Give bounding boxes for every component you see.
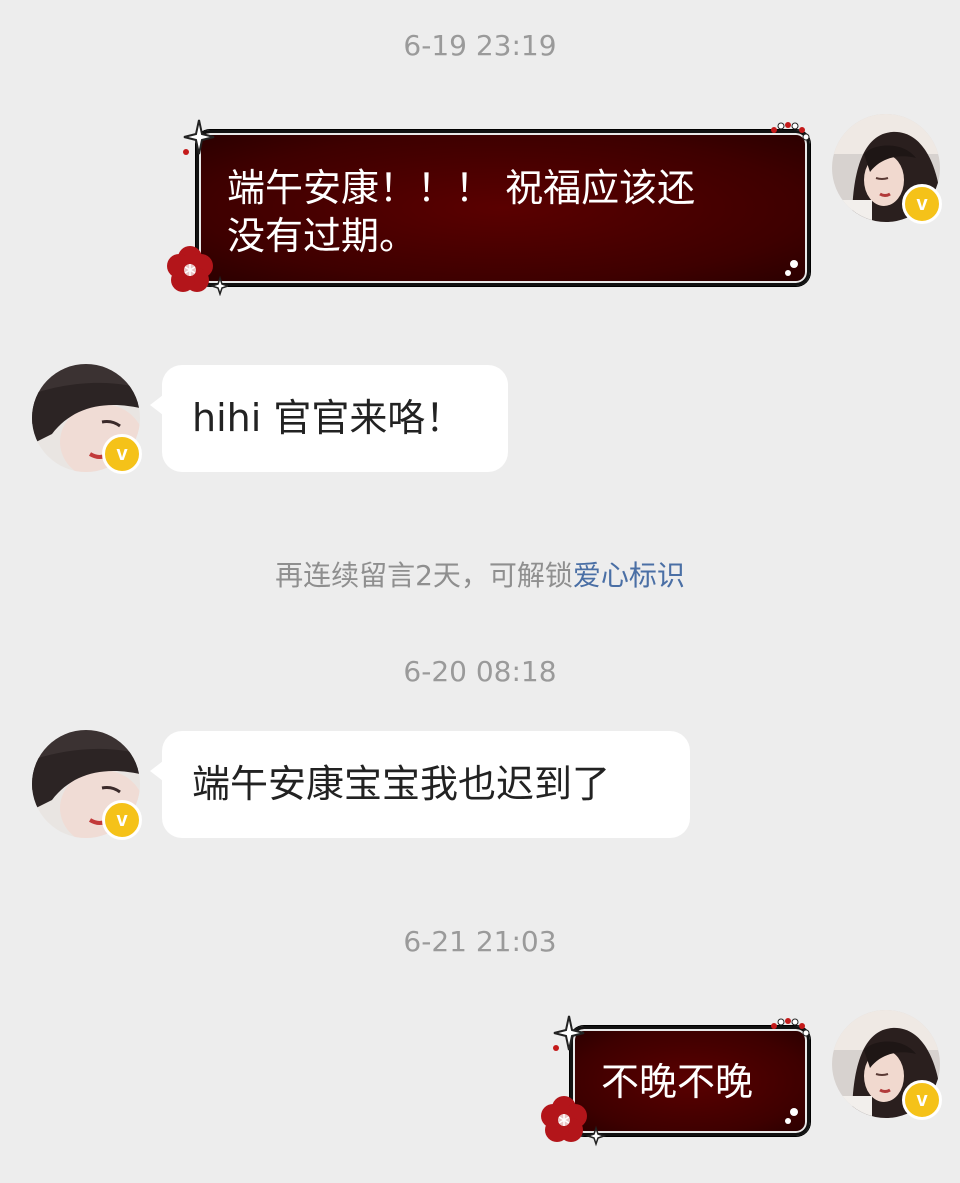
message-text: 端午安康宝宝我也迟到了 bbox=[192, 762, 611, 806]
beads-icon bbox=[785, 1108, 798, 1124]
avatar[interactable]: v bbox=[832, 1010, 942, 1120]
sparkle-icon bbox=[553, 1015, 585, 1051]
avatar[interactable]: v bbox=[32, 730, 142, 840]
notice-text: 再连续留言2天，可解锁 bbox=[275, 559, 573, 592]
message-bubble[interactable]: 端午安康宝宝我也迟到了 bbox=[150, 731, 690, 838]
unlock-notice: 再连续留言2天，可解锁爱心标识 bbox=[0, 558, 960, 594]
message-text: 不晚不晚 bbox=[601, 1060, 754, 1104]
beads-icon bbox=[771, 122, 810, 141]
avatar[interactable]: v bbox=[32, 364, 142, 474]
timestamp: 6-20 08:18 bbox=[403, 655, 557, 688]
verified-badge-icon: v bbox=[902, 1080, 942, 1120]
heart-badge-link[interactable]: 爱心标识 bbox=[573, 559, 685, 592]
message-text: hihi 官官来咯！ bbox=[192, 396, 464, 440]
verified-badge-icon: v bbox=[902, 184, 942, 224]
timestamp: 6-21 21:03 bbox=[403, 925, 557, 958]
verified-badge-icon: v bbox=[102, 434, 142, 474]
flower-icon bbox=[541, 1096, 606, 1147]
beads-icon bbox=[785, 260, 798, 276]
timestamp: 6-19 23:19 bbox=[403, 29, 557, 62]
beads-icon bbox=[771, 1018, 810, 1037]
message-bubble[interactable]: 不晚不晚 bbox=[570, 1026, 810, 1136]
verified-badge-icon: v bbox=[102, 800, 142, 840]
sparkle-icon bbox=[183, 119, 215, 155]
message-bubble[interactable]: 端午安康！！！ 祝福应该还 没有过期。 bbox=[196, 130, 810, 286]
message-bubble[interactable]: hihi 官官来咯！ bbox=[150, 365, 508, 472]
flower-icon bbox=[167, 246, 228, 296]
message-text: 端午安康！！！ 祝福应该还 bbox=[227, 166, 696, 210]
message-text: 没有过期。 bbox=[227, 214, 418, 258]
avatar[interactable]: v bbox=[832, 114, 942, 224]
